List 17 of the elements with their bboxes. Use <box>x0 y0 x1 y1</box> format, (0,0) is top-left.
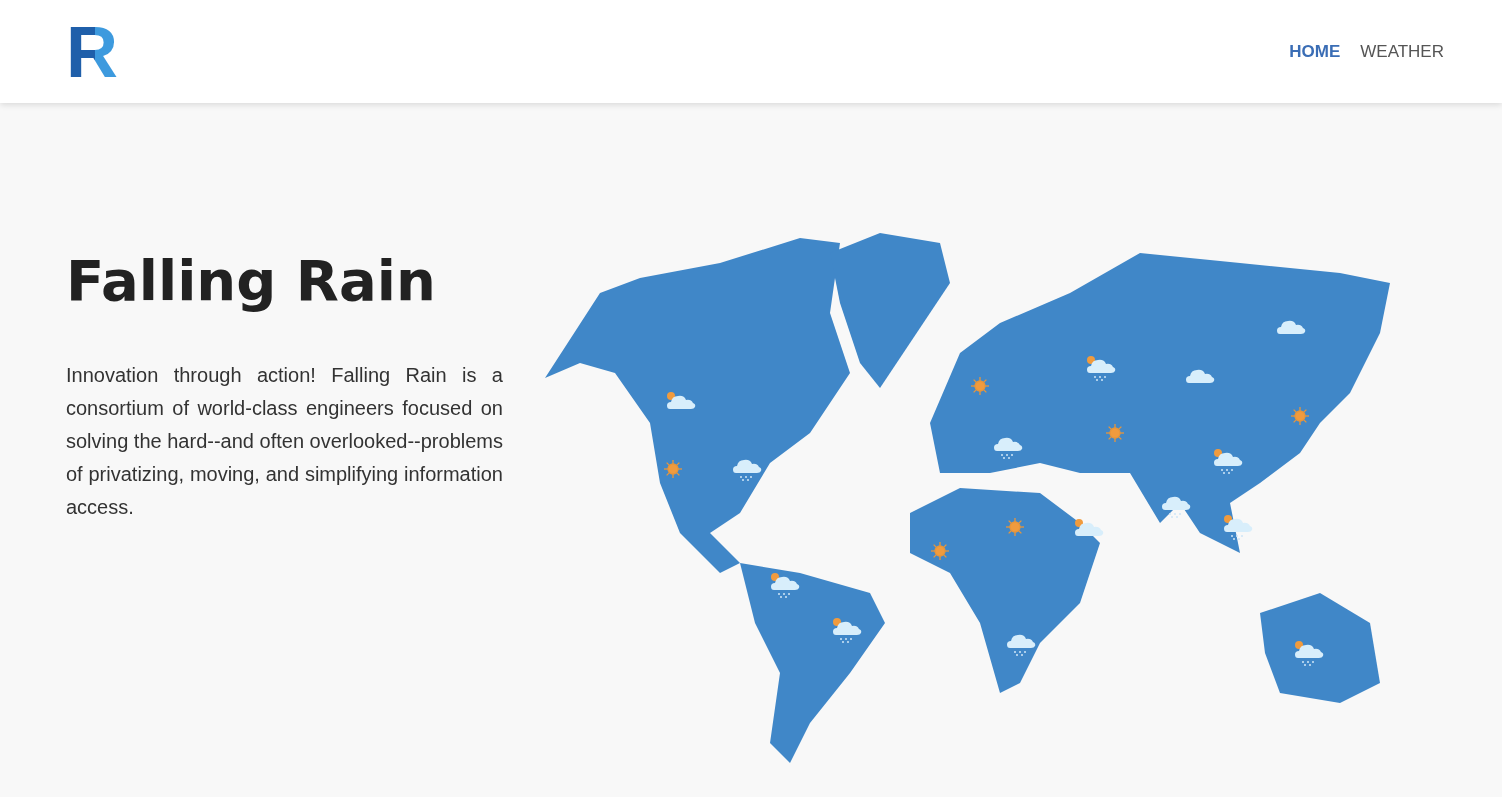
nav-link[interactable]: HOME <box>1289 41 1341 62</box>
sun-cloud-rain-icon <box>1213 448 1243 474</box>
sun-icon <box>1005 517 1025 537</box>
nav-link[interactable]: WEATHER <box>1360 41 1444 62</box>
sun-icon <box>663 459 683 479</box>
sun-cloud-icon <box>1074 518 1104 536</box>
sun-icon <box>970 376 990 396</box>
hero-text: Innovation through action! Falling Rain is a consortium of world-class engineers focused on solving the hard--and often overlooked--problems of privatizing, moving, and simplifying information access. <box>66 363 503 520</box>
sun-icon <box>1105 423 1125 443</box>
sun-cloud-rain-icon <box>770 572 800 598</box>
sun-icon <box>1290 406 1310 426</box>
sun-cloud-icon <box>666 391 696 409</box>
sun-cloud-rain-icon <box>1223 514 1253 540</box>
sun-cloud-rain-icon <box>1086 355 1116 381</box>
sun-cloud-rain-icon <box>1294 640 1324 666</box>
sun-icon <box>930 541 950 561</box>
sun-cloud-rain-icon <box>832 617 862 643</box>
